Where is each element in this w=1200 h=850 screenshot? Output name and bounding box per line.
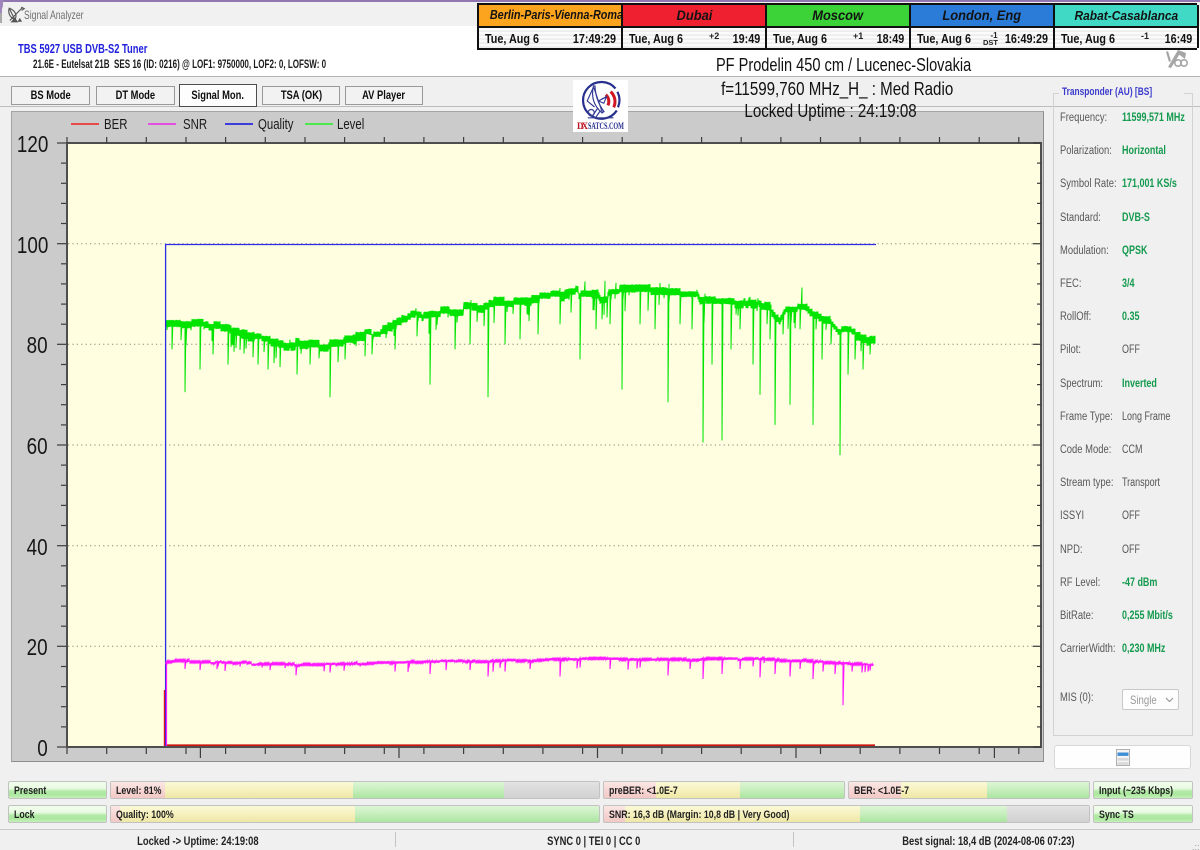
svg-text:SATCS.COM: SATCS.COM [588,121,624,131]
svg-text:DX: DX [577,121,589,131]
